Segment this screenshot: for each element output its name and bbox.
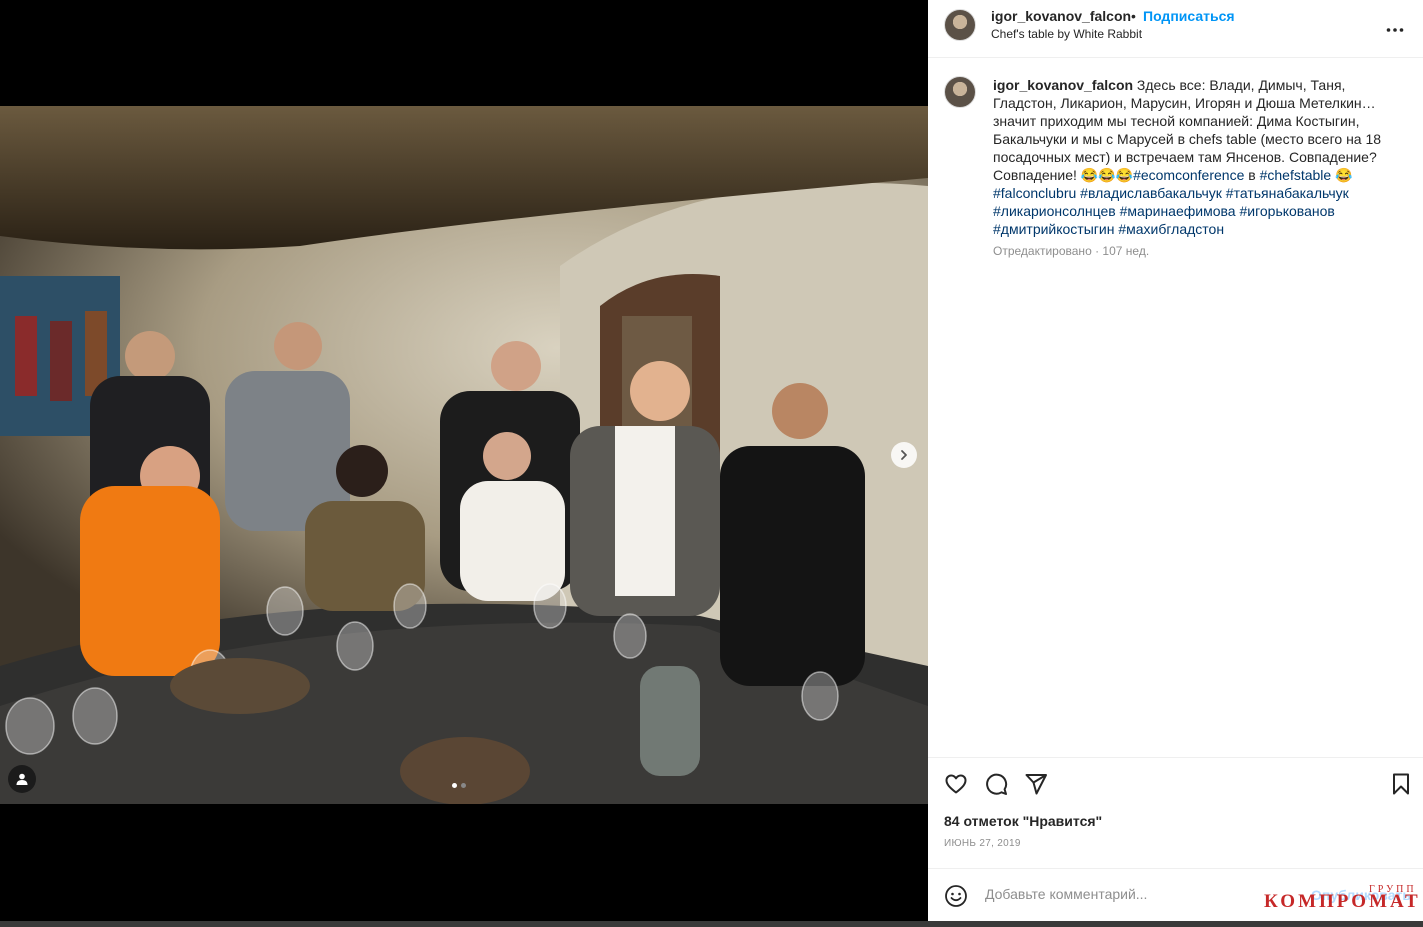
hashtag-link[interactable]: #дмитрийкостыгин	[993, 221, 1114, 237]
chevron-right-icon	[901, 450, 907, 460]
tagged-users-button[interactable]	[8, 765, 36, 793]
caption-body: в	[1244, 167, 1260, 183]
post-photo[interactable]	[0, 106, 928, 804]
author-username[interactable]: igor_kovanov_falcon	[991, 8, 1131, 24]
actions-divider	[928, 757, 1423, 758]
send-icon	[1025, 774, 1047, 795]
hashtag-link[interactable]: #chefstable	[1260, 167, 1332, 183]
comment-input[interactable]	[983, 885, 1307, 903]
edited-label: Отредактировано	[993, 244, 1092, 258]
comment-icon	[986, 773, 1008, 795]
post-date: ИЮНЬ 27, 2019	[944, 838, 1021, 849]
carousel-dot	[461, 783, 466, 788]
carousel-dot-active	[452, 783, 457, 788]
dinner-photo	[0, 106, 928, 804]
hashtag-link[interactable]: #ликарионсолнцев	[993, 203, 1116, 219]
hashtag-link[interactable]: #владиславбакальчук	[1080, 185, 1222, 201]
hashtag-link[interactable]: #ecomconference	[1133, 167, 1244, 183]
smile-icon	[945, 885, 967, 907]
location-link[interactable]: Chef's table by White Rabbit	[991, 27, 1142, 41]
post-header: igor_kovanov_falcon • Подписаться Chef's…	[928, 0, 1423, 58]
comment-button[interactable]	[984, 772, 1008, 801]
heart-icon	[945, 774, 967, 794]
user-tag-icon	[16, 773, 28, 785]
hashtag-link[interactable]: #татьянабакальчук	[1226, 185, 1349, 201]
hashtag-link[interactable]: #falconclubru	[993, 185, 1076, 201]
like-button[interactable]	[944, 772, 968, 801]
header-separator: •	[1131, 8, 1136, 24]
comment-bar: Опубликовать ГРУПП КОМПРОМАТ	[928, 868, 1423, 922]
post-age[interactable]: 107 нед.	[1102, 244, 1149, 258]
caption-text: igor_kovanov_falcon Здесь все: Влади, Ди…	[993, 76, 1393, 238]
caption-avatar[interactable]	[944, 76, 976, 108]
post-media	[0, 0, 928, 921]
hashtag-link[interactable]: #маринаефимова	[1120, 203, 1236, 219]
author-avatar[interactable]	[944, 9, 976, 41]
next-slide-button[interactable]	[891, 442, 917, 468]
caption-body: 😂	[1331, 167, 1353, 183]
post-side-panel: igor_kovanov_falcon • Подписаться Chef's…	[928, 0, 1423, 921]
emoji-button[interactable]	[944, 884, 968, 913]
save-button[interactable]	[1389, 772, 1413, 801]
caption-meta: Отредактировано · 107 нед.	[993, 244, 1149, 258]
more-horizontal-icon	[1386, 28, 1404, 32]
bookmark-icon	[1393, 773, 1409, 795]
hashtag-link[interactable]: #махибгладстон	[1118, 221, 1224, 237]
caption-username[interactable]: igor_kovanov_falcon	[993, 77, 1133, 93]
likes-count[interactable]: 84 отметок "Нравится"	[944, 813, 1102, 829]
watermark-main: КОМПРОМАТ	[1264, 891, 1421, 912]
hashtag-link[interactable]: #игорькованов	[1239, 203, 1334, 219]
follow-button[interactable]: Подписаться	[1143, 8, 1235, 24]
share-button[interactable]	[1024, 772, 1048, 801]
meta-separator: ·	[1091, 244, 1103, 258]
bottom-strip	[0, 921, 1423, 927]
carousel-indicator	[452, 783, 466, 788]
more-options-button[interactable]	[1386, 16, 1404, 39]
